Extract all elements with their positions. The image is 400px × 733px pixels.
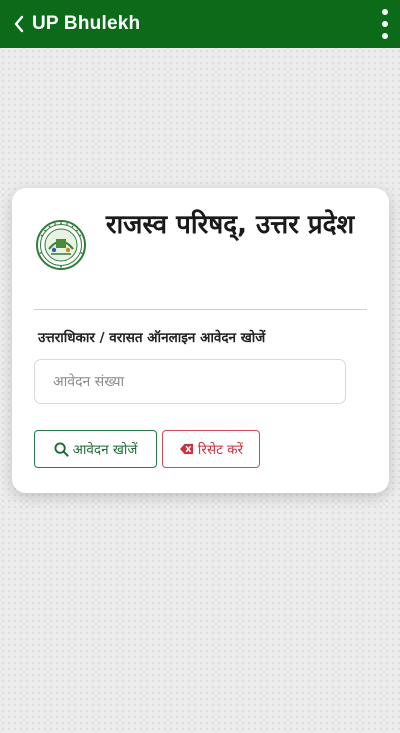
page-title: राजस्व परिषद्, उत्तर प्रदेश bbox=[105, 210, 355, 240]
app-bar: UP Bhulekh bbox=[0, 0, 400, 48]
app-title: UP Bhulekh bbox=[32, 13, 141, 34]
more-vert-icon bbox=[382, 9, 388, 15]
more-options-button[interactable] bbox=[378, 8, 392, 40]
search-icon bbox=[54, 441, 69, 457]
chevron-left-icon bbox=[14, 15, 24, 33]
reset-button-label: रिसेट करें bbox=[197, 442, 244, 458]
search-card: राजस्व परिषद्, उत्तर प्रदेश उत्तराधिकार … bbox=[12, 188, 389, 493]
reset-button[interactable]: रिसेट करें bbox=[162, 430, 260, 468]
section-subtitle: उत्तराधिकार / वरासत ऑनलाइन आवेदन खोजें bbox=[38, 330, 266, 346]
application-number-input[interactable] bbox=[34, 359, 346, 404]
divider bbox=[34, 309, 367, 310]
back-button[interactable] bbox=[6, 0, 32, 48]
seal-logo bbox=[36, 220, 86, 270]
search-application-button[interactable]: आवेदन खोजें bbox=[34, 430, 157, 468]
search-button-label: आवेदन खोजें bbox=[72, 442, 138, 458]
eraser-icon bbox=[179, 443, 193, 454]
